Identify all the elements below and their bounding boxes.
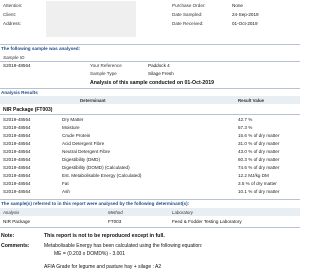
row-result: 15.6 % of dry matter (238, 133, 280, 138)
purchase-order-value: None (232, 3, 243, 8)
method-analysis: NIR Package (3, 219, 31, 224)
sample-type-label: Sample Type (90, 71, 117, 76)
divider (0, 44, 300, 45)
method-laboratory: Feed & Fodder Testing Laboratory (172, 219, 242, 224)
table-row: S2019-48564 Digestibility (DMD) 60.3 % of … (0, 157, 300, 164)
analysis-date-text: Analysis of this sample conducted on 01-… (90, 80, 214, 86)
comment-line-1: Metabolisable Energy has been calculated… (44, 243, 203, 249)
row-determinand: Ash (62, 189, 70, 194)
table-row: S2019-48564 Est. Metabolisable Energy (Ca… (0, 173, 300, 180)
table-row: S2019-48564 Crude Protein 15.6 % of dry ma… (0, 133, 300, 140)
row-determinand: Est. Metabolisable Energy (Calculated) (62, 173, 142, 178)
row-result: 12.2 MJ/kg DM (238, 173, 269, 178)
row-sample-id: S2019-48564 (3, 157, 31, 162)
divider (0, 227, 300, 228)
row-sample-id: S2019-48564 (3, 117, 31, 122)
row-result: 31.0 % of dry matter (238, 141, 280, 146)
sample-type-value: Silage Fresh (148, 71, 174, 76)
row-sample-id: S2019-48564 (3, 133, 31, 138)
date-sampled-label: Date Sampled: (172, 12, 203, 17)
row-result: 43.0 % of dry matter (238, 149, 280, 154)
table-row: S2019-48564 Moisture 57.3 % (0, 125, 300, 132)
row-sample-id: S2019-48564 (3, 173, 31, 178)
client-label: Client: (3, 12, 17, 17)
note-text: This report is not to be reproduced exce… (44, 233, 165, 239)
row-sample-id: S2019-48564 (3, 149, 31, 154)
row-determinand: Moisture (62, 125, 80, 130)
row-sample-id: S2019-48564 (3, 189, 31, 194)
purchase-order-label: Purchase Order: (172, 3, 206, 8)
package-name: NIR Package (FT003) (3, 107, 53, 113)
table-row: S2019-48564 Neutral Detergent Fibre 43.0 %… (0, 149, 300, 156)
row-determinand: Digestibility (DOMD) (Calculated) (62, 165, 130, 170)
row-sample-id: S2019-48564 (3, 165, 31, 170)
row-determinand: Acid Detergent Fibre (62, 141, 105, 146)
sample-id-value: S2019-48564 (3, 63, 31, 68)
attention-label: Attention: (3, 3, 23, 8)
comments-label: Comments: (1, 243, 30, 249)
table-row: S2019-48564 Dry Matter 42.7 % (0, 117, 300, 124)
row-result: 57.3 % (238, 125, 253, 130)
row-determinand: Crude Protein (62, 133, 91, 138)
row-result: 42.7 % (238, 117, 253, 122)
row-result: 10.1 % of dry matter (238, 189, 280, 194)
row-determinand: Neutral Detergent Fibre (62, 149, 111, 154)
col-result: Result Value (238, 98, 265, 103)
methods-title: The sample(s) referred to in this report… (1, 201, 190, 206)
row-determinand: Digestibility (DMD) (62, 157, 101, 162)
sample-id-label: Sample ID (3, 55, 25, 60)
comment-line-3: AFIA Grade for legume and pasture hay + … (44, 264, 162, 270)
row-determinand: Fat (62, 181, 69, 186)
your-reference-value: Paddock 4 (148, 63, 170, 68)
note-label: Note: (1, 233, 15, 239)
row-result: 74.6 % of dry matter (238, 165, 280, 170)
table-row: S2019-48564 Digestibility (DOMD) (Calcula… (0, 165, 300, 172)
col-analysis: Analysis (3, 210, 20, 215)
divider (0, 114, 300, 115)
methods-header-row (0, 208, 300, 216)
method-code: FT003 (108, 219, 122, 224)
col-determinand: Determinant (80, 98, 106, 103)
row-sample-id: S2019-48564 (3, 125, 31, 130)
comment-line-2: ME = (0.203 x DOMD%) - 3.001 (54, 251, 125, 257)
results-title: Analysis Results (1, 90, 38, 95)
redacted-client-block (46, 1, 136, 37)
row-result: 60.3 % of dry matter (238, 157, 280, 162)
divider (0, 61, 300, 62)
table-row: S2019-48564 Fat 3.5 % of dry matter (0, 181, 300, 188)
date-received-label: Date Received: (172, 21, 204, 26)
row-determinand: Dry Matter (62, 117, 84, 122)
sample-section-title: The following sample was analysed: (1, 46, 81, 51)
row-sample-id: S2019-48564 (3, 181, 31, 186)
date-sampled-value: 24-Sep-2019 (232, 12, 259, 17)
row-result: 3.5 % of dry matter (238, 181, 277, 186)
address-label: Address: (3, 21, 22, 26)
divider (0, 199, 300, 200)
divider (0, 88, 300, 89)
col-method: Method (108, 210, 123, 215)
your-reference-label: Your Reference (90, 63, 122, 68)
col-laboratory: Laboratory (172, 210, 193, 215)
table-row: S2019-48564 Ash 10.1 % of dry matter (0, 189, 300, 196)
table-row: S2019-48564 Acid Detergent Fibre 31.0 % of… (0, 141, 300, 148)
row-sample-id: S2019-48564 (3, 141, 31, 146)
date-received-value: 01-Oct-2019 (232, 21, 258, 26)
